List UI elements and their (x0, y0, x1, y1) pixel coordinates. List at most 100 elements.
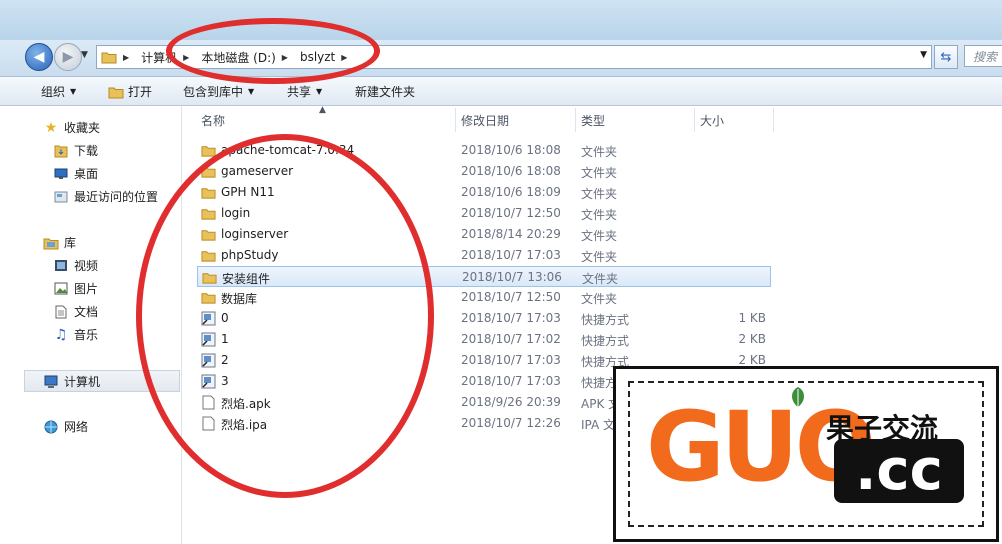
organize-button[interactable]: 组织 ▼ (41, 83, 76, 100)
file-date: 2018/10/7 12:50 (461, 206, 561, 220)
file-type: 文件夹 (581, 208, 618, 222)
address-history-dropdown[interactable]: ▼ (920, 50, 927, 60)
column-header-size[interactable]: 大小 (700, 108, 724, 132)
nav-libraries[interactable]: 库 (43, 234, 76, 251)
file-row[interactable]: 0 2018/10/7 17:03 快捷方式 1 KB (197, 308, 771, 329)
nav-recent-places[interactable]: 最近访问的位置 (53, 188, 158, 205)
column-label: 大小 (700, 113, 725, 128)
file-type: 文件夹 (582, 272, 619, 286)
file-size: 2 KB (738, 332, 766, 346)
star-icon: ★ (44, 119, 58, 136)
nav-pictures[interactable]: 图片 (53, 280, 98, 297)
nav-music[interactable]: ♫ 音乐 (53, 326, 98, 343)
refresh-button[interactable]: ⇆ (934, 45, 958, 69)
file-row[interactable]: 安装组件 2018/10/7 13:06 文件夹 (197, 266, 771, 287)
file-date: 2018/10/7 17:03 (461, 374, 561, 388)
shortcut-icon (201, 332, 216, 347)
file-type: 文件夹 (581, 145, 618, 159)
file-row[interactable]: GPH N11 2018/10/6 18:09 文件夹 (197, 182, 771, 203)
file-name: gameserver (221, 164, 294, 178)
file-name: 烈焰.apk (221, 397, 271, 411)
folder-icon (101, 52, 117, 64)
window-titlebar (0, 0, 1002, 40)
file-type: 快捷方式 (581, 334, 630, 348)
column-divider[interactable] (455, 108, 456, 132)
computer-icon (43, 375, 59, 389)
folder-icon (201, 293, 216, 304)
breadcrumb-separator-icon: ▶ (123, 52, 130, 62)
arrow-right-icon: ▶ (62, 49, 74, 65)
column-divider[interactable] (575, 108, 576, 132)
file-name: 1 (221, 332, 229, 346)
file-row[interactable]: phpStudy 2018/10/7 17:03 文件夹 (197, 245, 771, 266)
column-divider[interactable] (773, 108, 774, 132)
nav-network[interactable]: 网络 (43, 418, 88, 435)
address-bar[interactable]: ▶ 计算机 ▶ 本地磁盘 (D:) ▶ bslyzt ▶ ▼ (96, 45, 932, 69)
breadcrumb-separator-icon[interactable]: ▶ (341, 53, 347, 62)
recent-places-icon (53, 190, 69, 204)
file-row[interactable]: 1 2018/10/7 17:02 快捷方式 2 KB (197, 329, 771, 350)
document-icon (53, 305, 69, 319)
breadcrumb-drive-d[interactable]: 本地磁盘 (D:) (201, 49, 275, 66)
nav-label: 桌面 (74, 167, 99, 181)
new-folder-label: 新建文件夹 (355, 85, 416, 99)
column-header-type[interactable]: 类型 (581, 108, 605, 132)
search-input[interactable]: 搜索 (964, 45, 1002, 67)
breadcrumb-computer[interactable]: 计算机 (141, 49, 177, 66)
file-name: apache-tomcat-7.0.34 (221, 143, 355, 157)
nav-computer[interactable]: 计算机 (43, 373, 100, 390)
nav-desktop[interactable]: 桌面 (53, 165, 98, 182)
file-row[interactable]: apache-tomcat-7.0.34 2018/10/6 18:08 文件夹 (197, 140, 771, 161)
include-in-library-button[interactable]: 包含到库中 ▼ (183, 83, 254, 100)
file-name: 数据库 (221, 292, 258, 306)
nav-label: 音乐 (74, 328, 99, 342)
file-date: 2018/10/6 18:08 (461, 164, 561, 178)
nav-label: 计算机 (64, 375, 101, 389)
file-row[interactable]: loginserver 2018/8/14 20:29 文件夹 (197, 224, 771, 245)
share-button[interactable]: 共享 ▼ (287, 83, 322, 100)
file-row[interactable]: gameserver 2018/10/6 18:08 文件夹 (197, 161, 771, 182)
column-header-date[interactable]: 修改日期 (461, 108, 509, 132)
recent-pages-dropdown[interactable]: ▼ (81, 50, 88, 60)
file-icon (202, 416, 215, 431)
nav-downloads[interactable]: 下载 (53, 142, 98, 159)
file-type: 文件夹 (581, 292, 618, 306)
nav-videos[interactable]: 视频 (53, 257, 98, 274)
breadcrumb-separator-icon[interactable]: ▶ (282, 53, 288, 62)
column-header-name[interactable]: 名称 (201, 108, 225, 132)
nav-favorites[interactable]: ★ 收藏夹 (43, 119, 100, 136)
file-name: 2 (221, 353, 229, 367)
share-label: 共享 (287, 85, 312, 99)
breadcrumb-separator-icon[interactable]: ▶ (183, 53, 189, 62)
library-icon (43, 236, 59, 250)
column-divider[interactable] (694, 108, 695, 132)
file-name: phpStudy (221, 248, 279, 262)
forward-button[interactable]: ▶ (54, 43, 82, 71)
new-folder-button[interactable]: 新建文件夹 (355, 83, 415, 100)
music-note-icon: ♫ (54, 326, 68, 343)
folder-icon (201, 230, 216, 241)
nav-documents[interactable]: 文档 (53, 303, 98, 320)
include-label: 包含到库中 (183, 85, 244, 99)
file-type: 文件夹 (581, 250, 618, 264)
file-date: 2018/10/7 17:02 (461, 332, 561, 346)
file-date: 2018/10/7 12:26 (461, 416, 561, 430)
back-button[interactable]: ◀ (25, 43, 53, 71)
sort-arrow-icon: ▲ (319, 105, 326, 115)
folder-icon (201, 209, 216, 220)
file-row[interactable]: login 2018/10/7 12:50 文件夹 (197, 203, 771, 224)
video-icon (53, 259, 69, 273)
file-type: 文件夹 (581, 229, 618, 243)
file-type: 文件夹 (581, 187, 618, 201)
file-date: 2018/10/7 12:50 (461, 290, 561, 304)
file-row[interactable]: 数据库 2018/10/7 12:50 文件夹 (197, 287, 771, 308)
leaf-icon (792, 387, 804, 407)
open-button[interactable]: 打开 (108, 83, 152, 100)
network-globe-icon (43, 420, 59, 434)
folder-icon (201, 188, 216, 199)
breadcrumb-bslyzt[interactable]: bslyzt (300, 50, 335, 64)
open-folder-icon (108, 87, 124, 98)
file-icon (202, 395, 215, 410)
file-name: login (221, 206, 251, 220)
file-name: 安装组件 (222, 272, 271, 286)
